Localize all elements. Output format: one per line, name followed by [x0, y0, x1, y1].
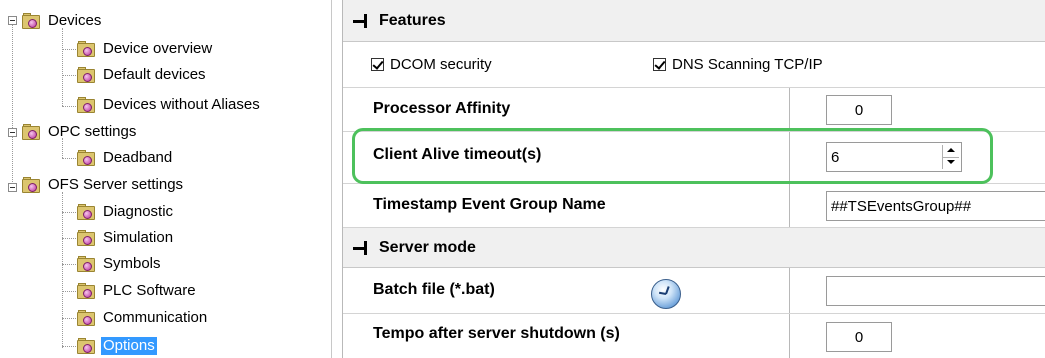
row-processor-affinity: Processor Affinity 0	[343, 88, 1045, 132]
checkbox-checked-icon	[653, 58, 666, 71]
collapse-section-icon[interactable]	[353, 241, 367, 255]
folder-icon	[77, 229, 96, 247]
tree-node-device-overview[interactable]: Device overview	[77, 38, 214, 60]
property-label: Timestamp Event Group Name	[373, 196, 606, 213]
row-client-alive-timeout: Client Alive timeout(s) 6	[343, 132, 1045, 184]
dcom-security-checkbox[interactable]: DCOM security	[371, 56, 492, 73]
folder-icon	[77, 96, 96, 114]
tree-node-label: PLC Software	[103, 282, 196, 299]
folder-icon	[77, 149, 96, 167]
tree-node-label: Deadband	[103, 149, 173, 166]
spin-buttons	[942, 145, 959, 169]
property-label: Client Alive timeout(s)	[373, 146, 542, 163]
tree-node-ofs-server-settings[interactable]: OFS Server settings	[22, 174, 185, 196]
tree-connector	[62, 75, 76, 76]
tree-node-label: Options	[101, 337, 157, 355]
property-label: Processor Affinity	[373, 100, 511, 117]
column-separator	[789, 184, 790, 227]
tree-node-label: Communication	[103, 309, 208, 326]
tree-node-label: OPC settings	[48, 123, 137, 140]
property-label: Tempo after server shutdown (s)	[373, 325, 620, 342]
tree-connector	[62, 318, 76, 319]
tree-node-diagnostic[interactable]: Diagnostic	[77, 201, 175, 223]
column-separator	[789, 314, 790, 358]
checkbox-label: DNS Scanning TCP/IP	[672, 56, 823, 73]
tree-node-deadband[interactable]: Deadband	[77, 147, 174, 169]
folder-icon	[77, 282, 96, 300]
row-batch-file: Batch file (*.bat)	[343, 268, 1045, 314]
section-features: Features	[343, 0, 1045, 42]
collapse-toggle-ofs-server-settings[interactable]	[8, 183, 17, 192]
spin-down-icon[interactable]	[943, 157, 959, 169]
folder-icon	[77, 40, 96, 58]
tree-node-label: Devices	[48, 12, 102, 29]
column-separator	[789, 268, 790, 313]
section-title: Features	[379, 12, 446, 29]
folder-icon	[77, 255, 96, 273]
row-timestamp-event-group: Timestamp Event Group Name ##TSEventsGro…	[343, 184, 1045, 228]
property-label: Batch file (*.bat)	[373, 281, 495, 298]
tree-node-devices[interactable]: Devices	[22, 10, 103, 32]
client-alive-timeout-spinbox[interactable]: 6	[826, 142, 962, 172]
tree-node-opc-settings[interactable]: OPC settings	[22, 121, 138, 143]
folder-icon	[77, 309, 96, 327]
tree-connector	[62, 346, 76, 347]
settings-tree: Devices Device overview Default devices …	[0, 0, 332, 358]
tree-connector	[62, 291, 76, 292]
tempo-after-shutdown-input[interactable]: 0	[826, 322, 892, 352]
tree-node-label: OFS Server settings	[48, 176, 184, 193]
collapse-toggle-devices[interactable]	[8, 16, 17, 25]
checkbox-checked-icon	[371, 58, 384, 71]
tree-node-label: Symbols	[103, 255, 161, 272]
column-separator	[789, 132, 790, 183]
tree-connector	[62, 106, 76, 107]
tree-connector	[62, 264, 76, 265]
tree-node-label: Diagnostic	[103, 203, 174, 220]
folder-icon	[22, 176, 41, 194]
batch-file-input[interactable]	[826, 276, 1045, 306]
tree-node-label: Simulation	[103, 229, 174, 246]
clock-icon[interactable]	[651, 279, 681, 309]
options-property-grid: Features DCOM security DNS Scanning TCP/…	[342, 0, 1045, 358]
tree-connector	[62, 49, 76, 50]
section-server-mode: Server mode	[343, 228, 1045, 268]
collapse-section-icon[interactable]	[353, 14, 367, 28]
tree-node-label: Devices without Aliases	[103, 96, 260, 113]
row-tempo-after-shutdown: Tempo after server shutdown (s) 0	[343, 314, 1045, 358]
tree-connector	[62, 28, 63, 106]
tree-node-symbols[interactable]: Symbols	[77, 253, 163, 275]
tree-connector	[62, 158, 76, 159]
folder-icon	[77, 337, 96, 355]
collapse-toggle-opc-settings[interactable]	[8, 128, 17, 137]
features-checkbox-row: DCOM security DNS Scanning TCP/IP	[343, 42, 1045, 88]
folder-icon	[22, 12, 41, 30]
tree-node-default-devices[interactable]: Default devices	[77, 64, 208, 86]
input-value: 0	[854, 328, 864, 346]
tree-node-plc-software[interactable]: PLC Software	[77, 280, 198, 302]
processor-affinity-input[interactable]: 0	[826, 95, 892, 125]
tree-node-devices-without-aliases[interactable]: Devices without Aliases	[77, 94, 262, 116]
folder-icon	[77, 66, 96, 84]
folder-icon	[77, 203, 96, 221]
dns-scanning-checkbox[interactable]: DNS Scanning TCP/IP	[653, 56, 823, 73]
tree-connector	[62, 212, 76, 213]
tree-node-communication[interactable]: Communication	[77, 307, 209, 329]
input-value: 0	[854, 101, 864, 119]
tree-node-simulation[interactable]: Simulation	[77, 227, 175, 249]
column-separator	[789, 88, 790, 131]
timestamp-group-name-input[interactable]: ##TSEventsGroup##	[826, 191, 1045, 221]
folder-icon	[22, 123, 41, 141]
tree-node-label: Default devices	[103, 66, 206, 83]
input-value: ##TSEventsGroup##	[831, 197, 972, 215]
tree-connector	[62, 238, 76, 239]
tree-connector	[62, 192, 63, 348]
tree-node-options[interactable]: Options	[77, 335, 157, 357]
tree-node-label: Device overview	[103, 40, 213, 57]
input-value: 6	[831, 148, 840, 166]
tree-connector	[12, 22, 13, 188]
checkbox-label: DCOM security	[390, 56, 492, 73]
section-title: Server mode	[379, 239, 476, 256]
